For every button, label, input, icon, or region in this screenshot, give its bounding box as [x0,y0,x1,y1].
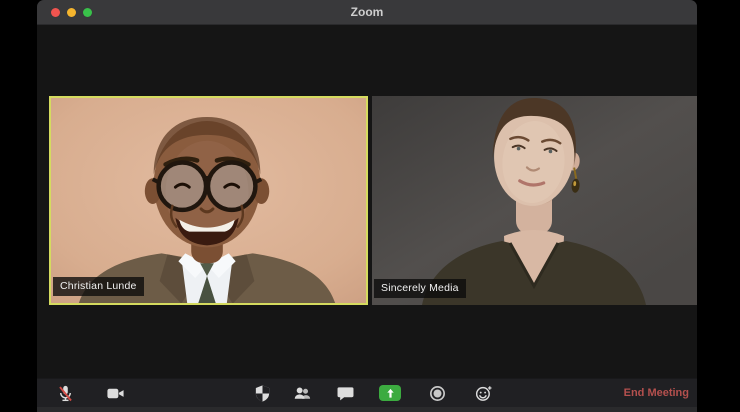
participants-button[interactable] [291,384,313,403]
mute-button[interactable] [54,384,76,403]
window-title: Zoom [350,5,384,19]
video-tile-christian-lunde[interactable]: Christian Lunde [49,96,368,305]
reactions-button[interactable] [472,384,494,403]
window-titlebar: Zoom [37,0,697,25]
microphone-muted-icon [58,385,72,402]
record-button[interactable] [426,384,448,403]
end-meeting-button[interactable]: End Meeting [624,379,689,407]
chat-button[interactable] [334,384,356,403]
video-camera-icon [106,388,124,399]
reactions-smiley-icon [475,386,491,401]
stop-video-button[interactable] [104,384,126,403]
participant-video-man [51,98,366,303]
screenshot-root: Zoom Christian Lunde Sincerely Media End… [0,0,740,412]
participant-name-label: Sincerely Media [374,279,466,298]
participants-icon [294,387,310,399]
record-icon [429,385,445,402]
meeting-toolbar: End Meeting [37,378,697,412]
share-screen-arrow-icon [386,388,394,398]
zoom-app-window: Zoom Christian Lunde Sincerely Media End… [37,0,697,412]
participant-video-woman [372,96,697,305]
video-gallery: Christian Lunde Sincerely Media [37,25,697,378]
share-screen-button[interactable] [379,385,401,401]
chat-bubble-icon [337,387,353,401]
security-shield-icon [255,385,269,402]
participant-name-label: Christian Lunde [53,277,144,296]
security-button[interactable] [251,384,273,403]
video-tile-sincerely-media[interactable]: Sincerely Media [372,96,697,305]
